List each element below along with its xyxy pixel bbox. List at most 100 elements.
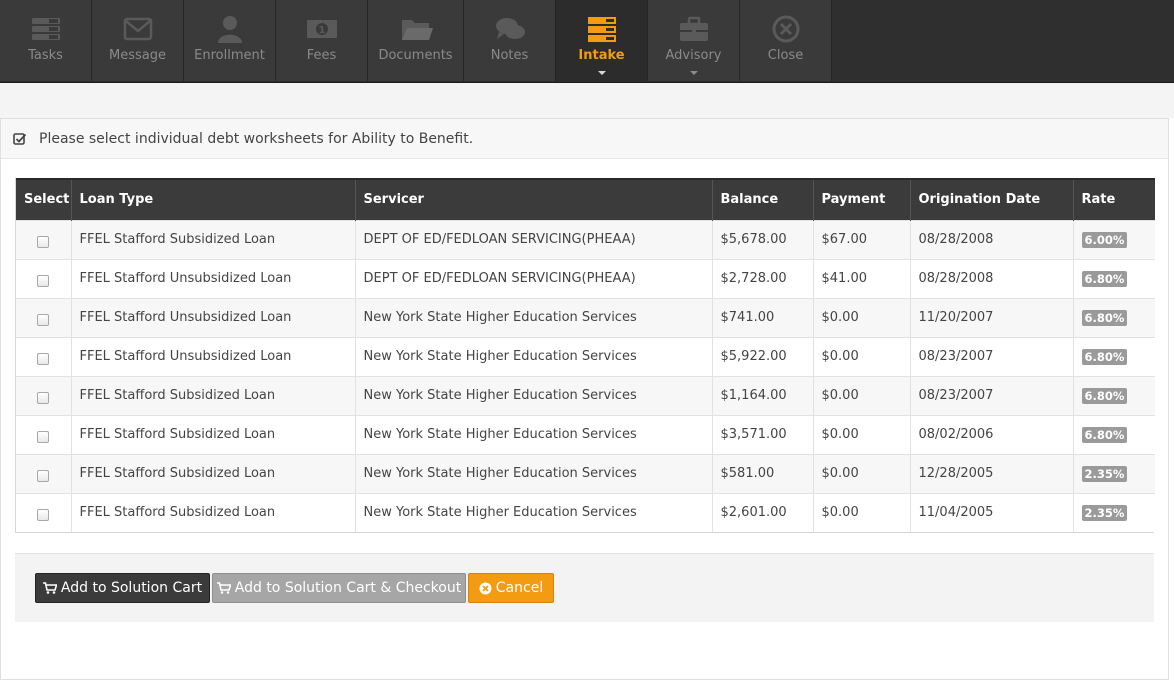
chevron-down-icon [597,71,606,75]
table-row: FFEL Stafford Unsubsidized Loan New York… [16,297,1155,337]
table-row: FFEL Stafford Subsidized Loan New York S… [16,414,1155,454]
select-cell [16,453,72,493]
toolbar-label: Fees [306,48,337,63]
payment-cell: $0.00 [813,414,911,454]
tasks-icon [31,18,60,40]
rate-badge: 6.00% [1081,231,1128,248]
user-icon [217,16,242,43]
loan-table: Select Loan Type Servicer Balance Paymen… [15,178,1155,533]
toolbar-item-advisory[interactable]: Advisory [648,0,740,81]
rate-cell: 6.80% [1073,258,1155,298]
close-circle-icon [772,15,799,43]
svg-text:1: 1 [318,25,325,36]
row-checkbox[interactable] [37,235,50,248]
rate-badge: 6.80% [1081,348,1128,365]
select-cell [16,375,72,415]
check-square-icon [13,132,27,145]
toolbar-label: Advisory [665,48,722,63]
table-row: FFEL Stafford Subsidized Loan New York S… [16,492,1155,532]
toolbar-label: Message [109,48,166,63]
rate-cell: 6.80% [1073,375,1155,415]
toolbar-item-notes[interactable]: Notes [464,0,556,81]
row-checkbox[interactable] [37,430,50,443]
servicer-cell: New York State Higher Education Services [355,297,713,337]
select-cell [16,258,72,298]
times-circle-icon [479,582,492,594]
origination-date-cell: 11/20/2007 [910,297,1074,337]
row-checkbox[interactable] [37,508,50,521]
column-header-origination-date[interactable]: Origination Date [910,178,1074,220]
toolbar-item-tasks[interactable]: Tasks [0,0,92,81]
envelope-icon [123,17,152,41]
row-checkbox[interactable] [37,274,50,287]
balance-cell: $5,678.00 [712,219,814,259]
row-checkbox[interactable] [37,391,50,404]
origination-date-cell: 08/28/2008 [910,258,1074,298]
add-to-solution-cart-checkout-button[interactable]: Add to Solution Cart & Checkout [212,573,466,603]
briefcase-icon [679,16,708,41]
row-checkbox[interactable] [37,313,50,326]
toolbar-label: Intake [578,48,625,63]
loan-type-cell: FFEL Stafford Subsidized Loan [71,414,356,454]
cancel-button[interactable]: Cancel [468,573,554,603]
column-header-payment[interactable]: Payment [813,178,911,220]
list-icon [587,17,616,42]
top-toolbar: Tasks Message Enrollment 1 Fees Document… [0,0,1174,83]
servicer-cell: New York State Higher Education Services [355,336,713,376]
column-header-rate[interactable]: Rate [1073,178,1155,220]
toolbar-item-message[interactable]: Message [92,0,184,81]
select-cell [16,414,72,454]
row-checkbox[interactable] [37,469,50,482]
balance-cell: $1,164.00 [712,375,814,415]
balance-cell: $2,728.00 [712,258,814,298]
loan-type-cell: FFEL Stafford Subsidized Loan [71,219,356,259]
toolbar-item-fees[interactable]: 1 Fees [276,0,368,81]
toolbar-label: Close [767,48,804,63]
payment-cell: $0.00 [813,336,911,376]
rate-cell: 6.80% [1073,336,1155,376]
shopping-cart-icon [42,582,57,594]
chevron-down-icon [689,71,698,75]
toolbar-label: Tasks [28,48,63,63]
panel-title: Please select individual debt worksheets… [39,130,474,147]
origination-date-cell: 11/04/2005 [910,492,1074,532]
balance-cell: $3,571.00 [712,414,814,454]
balance-cell: $2,601.00 [712,492,814,532]
servicer-cell: New York State Higher Education Services [355,492,713,532]
rate-badge: 2.35% [1081,465,1128,482]
payment-cell: $0.00 [813,375,911,415]
servicer-cell: New York State Higher Education Services [355,375,713,415]
cancel-label: Cancel [495,580,544,596]
payment-cell: $41.00 [813,258,911,298]
origination-date-cell: 08/23/2007 [910,336,1074,376]
loan-type-cell: FFEL Stafford Unsubsidized Loan [71,258,356,298]
select-cell [16,336,72,376]
column-header-servicer[interactable]: Servicer [355,178,713,220]
add-to-solution-cart-label: Add to Solution Cart [60,580,203,596]
debt-worksheet-panel: Please select individual debt worksheets… [0,118,1169,680]
rate-badge: 6.80% [1081,387,1128,404]
origination-date-cell: 08/23/2007 [910,375,1074,415]
comments-icon [495,18,525,39]
toolbar-item-documents[interactable]: Documents [368,0,464,81]
column-header-loan-type[interactable]: Loan Type [71,178,356,220]
servicer-cell: New York State Higher Education Services [355,414,713,454]
rate-badge: 6.80% [1081,270,1128,287]
select-cell [16,297,72,337]
toolbar-item-enrollment[interactable]: Enrollment [184,0,276,81]
loan-type-cell: FFEL Stafford Subsidized Loan [71,492,356,532]
origination-date-cell: 08/02/2006 [910,414,1074,454]
column-header-select: Select [16,178,72,220]
table-row: FFEL Stafford Subsidized Loan New York S… [16,453,1155,493]
servicer-cell: DEPT OF ED/FEDLOAN SERVICING(PHEAA) [355,258,713,298]
toolbar-item-close[interactable]: Close [740,0,832,81]
row-checkbox[interactable] [37,352,50,365]
add-to-solution-cart-button[interactable]: Add to Solution Cart [35,573,210,603]
column-header-balance[interactable]: Balance [712,178,814,220]
origination-date-cell: 08/28/2008 [910,219,1074,259]
table-row: FFEL Stafford Unsubsidized Loan DEPT OF … [16,258,1155,298]
loan-type-cell: FFEL Stafford Subsidized Loan [71,375,356,415]
toolbar-item-intake[interactable]: Intake [556,0,648,81]
payment-cell: $0.00 [813,297,911,337]
table-row: FFEL Stafford Subsidized Loan DEPT OF ED… [16,219,1155,259]
